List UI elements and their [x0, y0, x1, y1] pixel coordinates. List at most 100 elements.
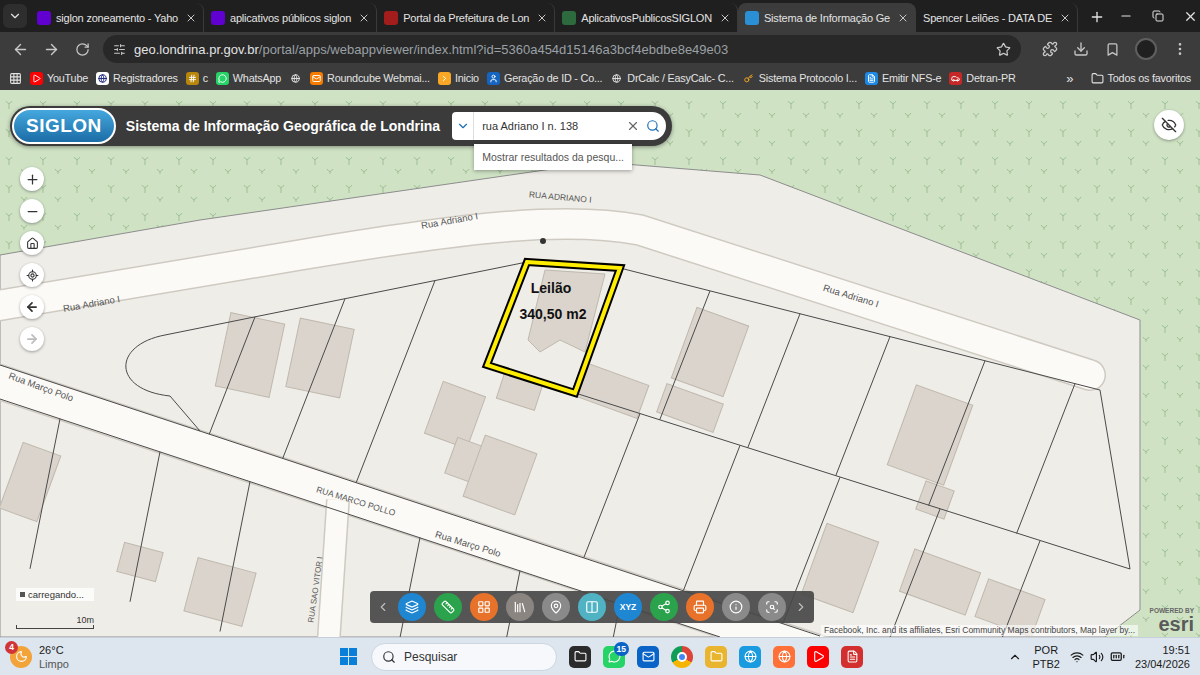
- downloads-button[interactable]: [1067, 35, 1095, 63]
- start-button[interactable]: [333, 642, 363, 672]
- taskbar-app[interactable]: 15: [599, 642, 629, 672]
- tab-close-button[interactable]: [1057, 10, 1073, 26]
- tab-close-button[interactable]: [895, 10, 911, 26]
- tab-search-button[interactable]: [3, 4, 27, 28]
- address-bar[interactable]: geo.londrina.pr.gov.br/portal/apps/webap…: [103, 35, 1021, 63]
- menu-button[interactable]: [1166, 35, 1194, 63]
- bookmark-item[interactable]: [286, 72, 305, 85]
- bookmark-item[interactable]: Registradores: [93, 72, 181, 85]
- tab-close-button[interactable]: [356, 10, 372, 26]
- extensions-button[interactable]: [1036, 35, 1064, 63]
- bookmark-item[interactable]: YouTube: [27, 72, 91, 85]
- taskbar-app[interactable]: [565, 642, 595, 672]
- taskbar-app[interactable]: [633, 642, 663, 672]
- close-window-button[interactable]: [1174, 0, 1200, 32]
- more-bookmarks-button[interactable]: »: [1062, 71, 1077, 86]
- tool-button[interactable]: [758, 593, 786, 621]
- clear-icon[interactable]: [626, 119, 640, 133]
- url-text[interactable]: geo.londrina.pr.gov.br/portal/apps/webap…: [134, 42, 988, 57]
- taskbar-app[interactable]: [803, 642, 833, 672]
- search-field[interactable]: rua Adriano I n. 138: [474, 112, 666, 140]
- map-canvas[interactable]: RUA ADRIANO IRua Adriano IRua Adriano IR…: [0, 90, 1200, 637]
- taskbar-apps: Pesquisar 15: [333, 642, 867, 672]
- quick-settings[interactable]: [1070, 649, 1125, 664]
- toolbar-next-button[interactable]: [794, 593, 808, 621]
- minimize-button[interactable]: [1110, 0, 1142, 32]
- taskbar-search[interactable]: Pesquisar: [371, 643, 557, 671]
- tool-button[interactable]: [434, 593, 462, 621]
- taskbar-app[interactable]: [735, 642, 765, 672]
- tool-button[interactable]: [506, 593, 534, 621]
- tool-button[interactable]: XYZ: [614, 593, 642, 621]
- tab-close-button[interactable]: [717, 10, 733, 26]
- bookmark-item[interactable]: Sistema Protocolo I...: [739, 72, 860, 85]
- tool-button[interactable]: [650, 593, 678, 621]
- lot-line: [836, 337, 890, 476]
- back-button[interactable]: [6, 35, 34, 63]
- zoom-in-button[interactable]: [20, 167, 44, 191]
- address-point[interactable]: [540, 238, 546, 244]
- forward-button[interactable]: [37, 35, 65, 63]
- search-value[interactable]: rua Adriano I n. 138: [482, 120, 620, 132]
- locate-button[interactable]: [20, 263, 44, 287]
- restore-icon: [1152, 10, 1164, 22]
- search-suggestion[interactable]: Mostrar resultados da pesqu...: [474, 144, 632, 170]
- app-glyph-icon: [744, 650, 757, 663]
- browser-tab[interactable]: Sistema de Informação Ge: [738, 3, 916, 32]
- next-extent-button[interactable]: [20, 327, 44, 351]
- tab-label: AplicativosPublicosSIGLON: [581, 12, 712, 24]
- tool-button[interactable]: [578, 593, 606, 621]
- bookmark-item[interactable]: Detran-PR: [946, 72, 1018, 85]
- browser-tab[interactable]: Portal da Prefeitura de Lon: [377, 3, 555, 32]
- selected-lot[interactable]: [487, 262, 620, 393]
- browser-tab[interactable]: Spencer Leilões - DATA DE: [916, 3, 1078, 32]
- tool-button[interactable]: [398, 593, 426, 621]
- building: [424, 381, 485, 448]
- taskbar-app[interactable]: [667, 642, 697, 672]
- tool-button[interactable]: [542, 593, 570, 621]
- search-icon[interactable]: [646, 119, 660, 133]
- bookmark-item[interactable]: DrCalc / EasyCalc- C...: [607, 72, 736, 85]
- bookmark-favicon-icon: [96, 72, 109, 85]
- bookmark-item[interactable]: WhatsApp: [213, 72, 284, 85]
- browser-tab[interactable]: aplicativos públicos siglon: [204, 3, 377, 32]
- reload-button[interactable]: [68, 35, 96, 63]
- chevron-down-icon: [8, 9, 22, 23]
- taskbar-app[interactable]: [701, 642, 731, 672]
- bookmark-item[interactable]: Inicio: [435, 72, 482, 85]
- bookmark-item[interactable]: Roundcube Webmai...: [307, 72, 433, 85]
- profile-avatar[interactable]: [1135, 38, 1157, 60]
- taskbar-app[interactable]: [837, 642, 867, 672]
- bookmark-label: YouTube: [47, 72, 88, 84]
- restore-button[interactable]: [1142, 0, 1174, 32]
- clock[interactable]: 19:5123/04/2026: [1135, 643, 1190, 671]
- chevron-up-icon[interactable]: [1008, 650, 1022, 664]
- browser-tab[interactable]: siglon zoneamento - Yaho: [30, 3, 204, 32]
- new-tab-button[interactable]: [1084, 4, 1110, 30]
- home-button[interactable]: [20, 231, 44, 255]
- all-bookmarks-button[interactable]: Todos os favoritos: [1088, 72, 1194, 85]
- search-source-dropdown[interactable]: [452, 112, 474, 140]
- bookmarks-bar: YouTube RegistradorescWhatsApp Roundcube W…: [0, 66, 1200, 90]
- tab-close-button[interactable]: [183, 10, 199, 26]
- star-icon[interactable]: [996, 42, 1011, 57]
- toggle-visibility-button[interactable]: [1154, 110, 1184, 140]
- bookmark-item[interactable]: c: [183, 72, 211, 85]
- taskbar-app[interactable]: [769, 642, 799, 672]
- toolbar-prev-button[interactable]: [376, 593, 390, 621]
- previous-extent-button[interactable]: [20, 295, 44, 319]
- weather-widget[interactable]: 426°CLimpo: [10, 643, 333, 671]
- tool-button[interactable]: [722, 593, 750, 621]
- bookmark-icon: [1105, 42, 1120, 57]
- bookmarks-button[interactable]: [1098, 35, 1126, 63]
- tab-close-button[interactable]: [534, 10, 550, 26]
- browser-tab[interactable]: AplicativosPublicosSIGLON: [555, 3, 738, 32]
- map-view[interactable]: RUA ADRIANO IRua Adriano IRua Adriano IR…: [0, 90, 1200, 637]
- tool-button[interactable]: [686, 593, 714, 621]
- tool-button[interactable]: [470, 593, 498, 621]
- bookmark-item[interactable]: Emitir NFS-e: [862, 72, 944, 85]
- bookmark-item[interactable]: Geração de ID - Co...: [484, 72, 605, 85]
- language-indicator[interactable]: PORPTB2: [1032, 643, 1060, 671]
- apps-button[interactable]: [6, 72, 25, 85]
- zoom-out-button[interactable]: [20, 199, 44, 223]
